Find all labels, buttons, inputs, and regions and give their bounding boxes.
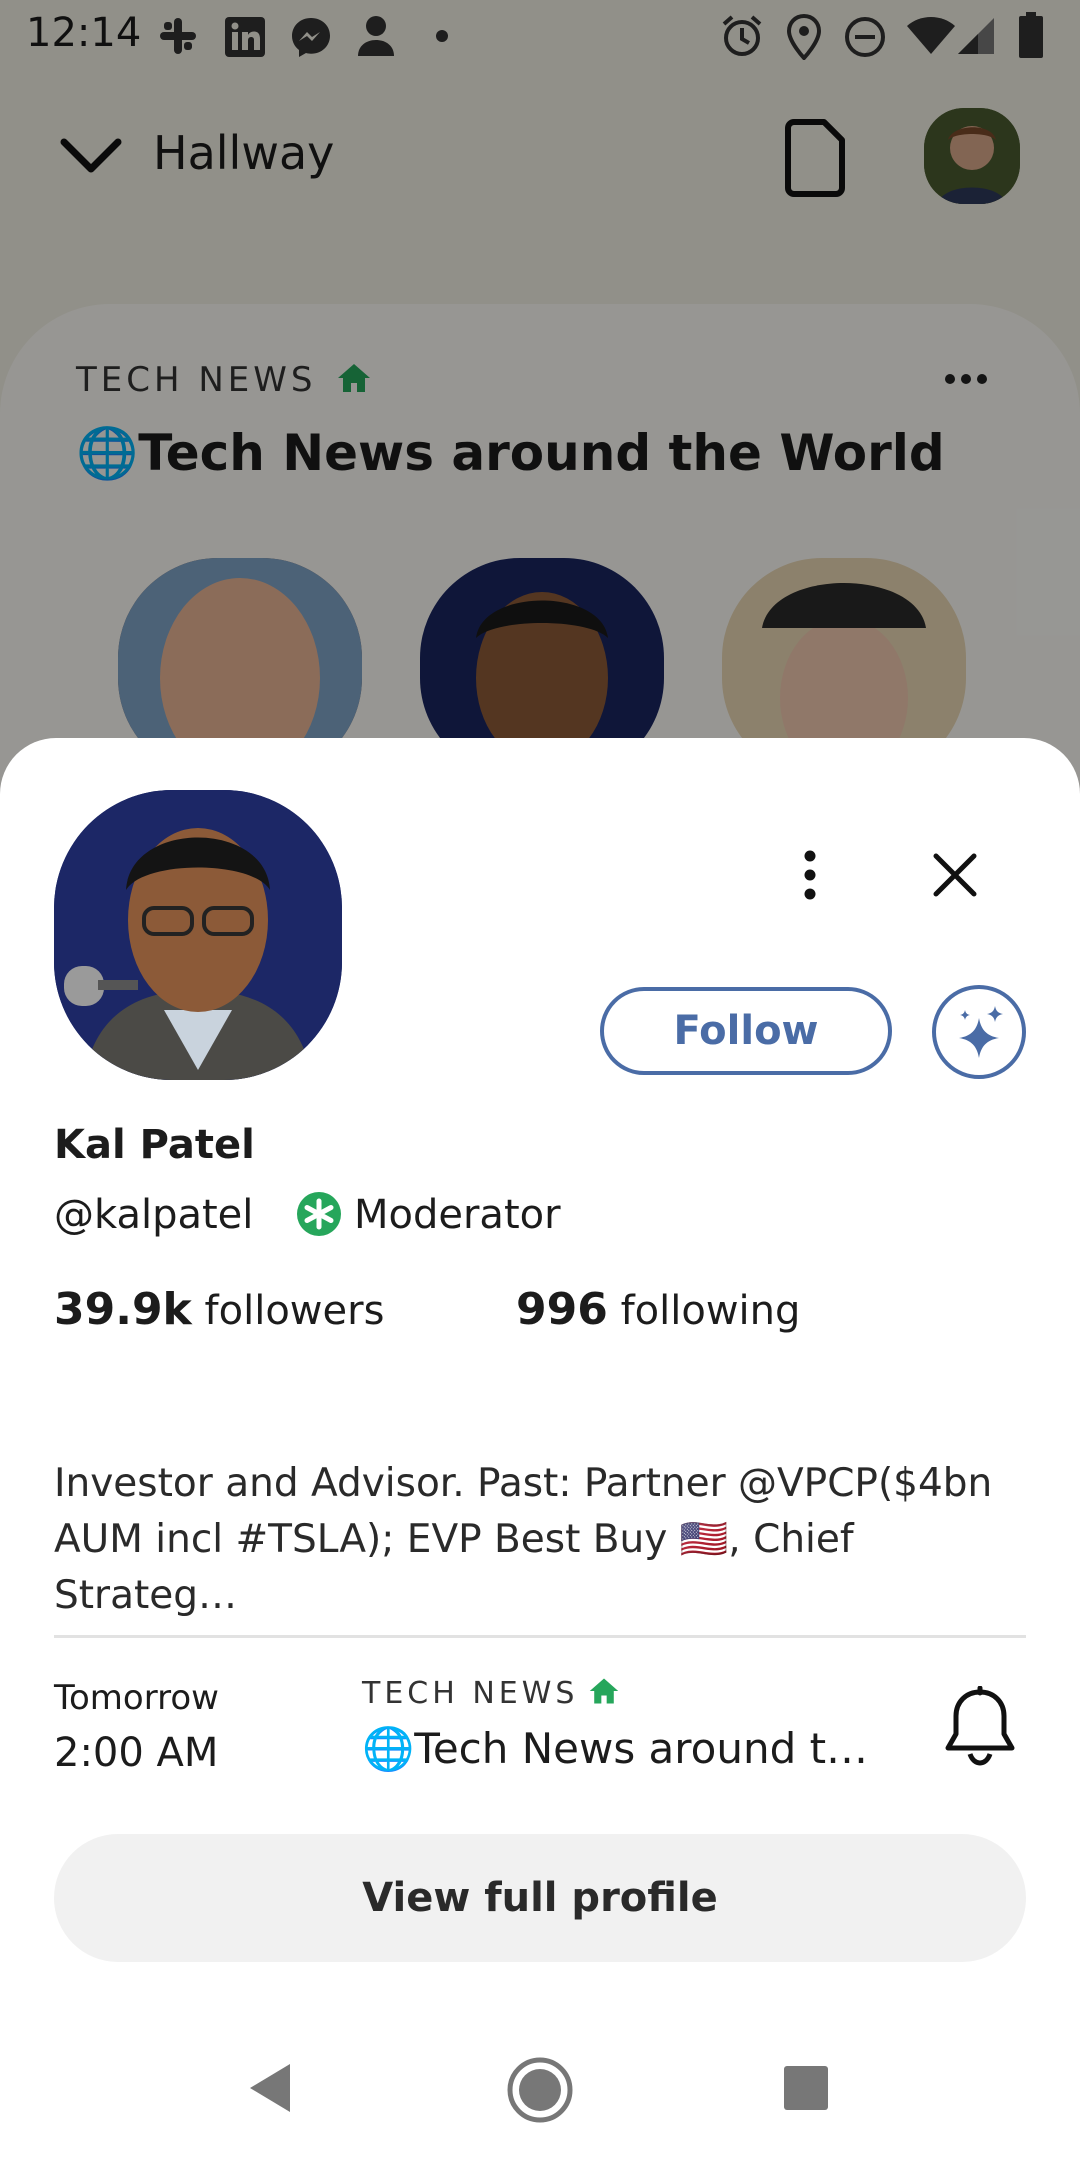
- followers-label: followers: [204, 1288, 385, 1334]
- profile-name: Kal Patel: [54, 1122, 255, 1168]
- more-vertical-icon[interactable]: [800, 850, 820, 900]
- moderator-icon: [297, 1192, 341, 1236]
- event-club-label[interactable]: TECH NEWS: [362, 1676, 578, 1711]
- followers-stat[interactable]: 39.9k followers: [54, 1284, 384, 1335]
- view-full-profile-button[interactable]: View full profile: [54, 1834, 1026, 1962]
- moderator-label: Moderator: [354, 1192, 561, 1238]
- bell-icon[interactable]: [944, 1686, 1016, 1768]
- divider: [54, 1635, 1026, 1638]
- back-icon[interactable]: [246, 2062, 294, 2114]
- profile-bio: Investor and Advisor. Past: Partner @VPC…: [54, 1461, 993, 1618]
- home-icon[interactable]: [506, 2056, 574, 2124]
- event-house-icon: [589, 1678, 619, 1704]
- close-icon[interactable]: [932, 852, 978, 898]
- profile-avatar[interactable]: [54, 790, 342, 1080]
- android-nav-bar: [0, 2040, 1080, 2160]
- event-title[interactable]: 🌐Tech News around t…: [362, 1724, 868, 1774]
- following-label: following: [620, 1288, 801, 1334]
- sparkle-icon: [959, 1006, 1003, 1058]
- profile-handle: @kalpatel: [54, 1192, 254, 1238]
- event-day: Tomorrow: [54, 1678, 219, 1718]
- profile-avatar-image: [54, 790, 342, 1080]
- follow-button[interactable]: Follow: [600, 987, 892, 1075]
- following-stat[interactable]: 996 following: [516, 1284, 800, 1335]
- following-count: 996: [516, 1284, 608, 1335]
- event-time: 2:00 AM: [54, 1730, 219, 1776]
- sparkle-button[interactable]: [932, 985, 1026, 1079]
- followers-count: 39.9k: [54, 1284, 192, 1335]
- recents-icon[interactable]: [782, 2064, 830, 2112]
- moderator-asterisk: [304, 1198, 334, 1230]
